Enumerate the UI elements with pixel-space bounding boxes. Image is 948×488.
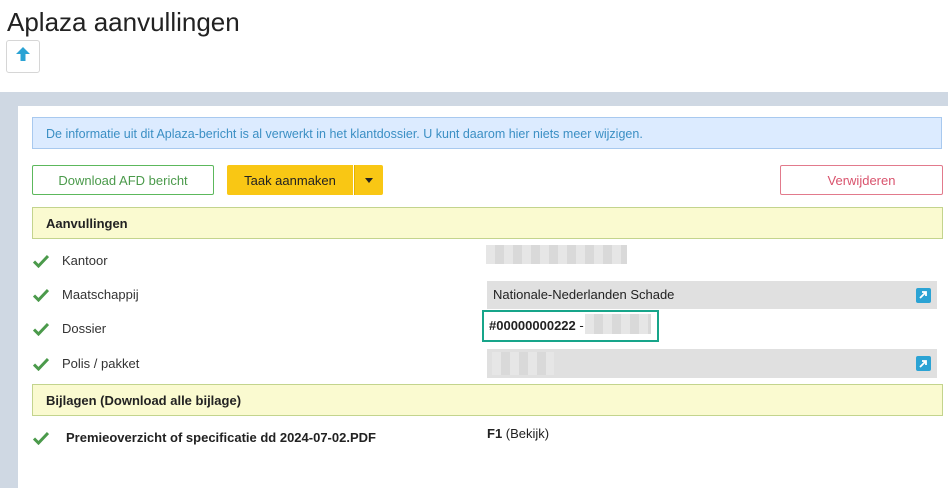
bijlage-view-link[interactable]: (Bekijk) bbox=[506, 426, 549, 441]
bijlage-code: F1 bbox=[487, 426, 503, 441]
checkmark-icon bbox=[32, 357, 50, 372]
maatschappij-open-button[interactable] bbox=[909, 281, 937, 309]
maatschappij-field: Nationale-Nederlanden Schade bbox=[487, 281, 909, 309]
dossier-separator: - bbox=[575, 318, 584, 333]
task-create-button[interactable]: Taak aanmaken bbox=[227, 165, 353, 195]
redacted-kantoor-value bbox=[486, 245, 627, 264]
external-link-icon bbox=[915, 356, 931, 371]
section-bijlagen-header[interactable]: Bijlagen (Download alle bijlage) bbox=[32, 384, 943, 416]
redacted-dossier-name bbox=[585, 314, 651, 334]
page-header: Aplaza aanvullingen bbox=[0, 0, 948, 92]
bijlage-actions: F1 (Bekijk) bbox=[487, 426, 549, 441]
row-label-polis: Polis / pakket bbox=[62, 356, 140, 371]
arrow-up-icon bbox=[15, 46, 31, 67]
up-button[interactable] bbox=[6, 40, 40, 73]
redacted-polis-value bbox=[492, 352, 554, 375]
download-afd-button[interactable]: Download AFD bericht bbox=[32, 165, 214, 195]
checkmark-icon bbox=[32, 254, 50, 269]
task-dropdown-toggle[interactable] bbox=[354, 165, 383, 195]
delete-button[interactable]: Verwijderen bbox=[780, 165, 943, 195]
row-label-maatschappij: Maatschappij bbox=[62, 287, 139, 302]
dossier-number: #00000000222 bbox=[489, 318, 576, 333]
caret-down-icon bbox=[365, 177, 373, 183]
info-alert: De informatie uit dit Aplaza-bericht is … bbox=[32, 117, 942, 149]
bijlage-name: Premieoverzicht of specificatie dd 2024-… bbox=[66, 430, 376, 445]
page-title: Aplaza aanvullingen bbox=[7, 7, 240, 37]
row-label-dossier: Dossier bbox=[62, 321, 107, 336]
checkmark-icon bbox=[32, 322, 50, 337]
checkmark-icon bbox=[32, 431, 50, 446]
checkmark-icon bbox=[32, 288, 50, 303]
external-link-icon bbox=[915, 287, 931, 303]
row-label-kantoor: Kantoor bbox=[62, 253, 108, 268]
section-aanvullingen-header: Aanvullingen bbox=[32, 207, 943, 239]
polis-open-button[interactable] bbox=[909, 349, 937, 378]
